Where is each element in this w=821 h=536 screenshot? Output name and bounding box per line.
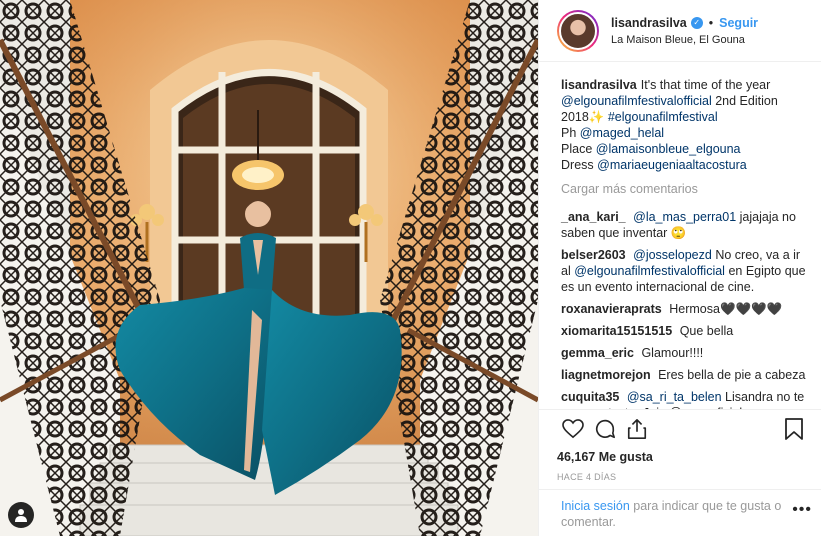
caption-label: Ph [561,126,577,140]
comment-username[interactable]: liagnetmorejon [561,368,651,382]
comment-item: cuquita35 @sa_ri_ta_belen Lisandra no te… [561,389,808,409]
comment-username[interactable]: _ana_kari_ [561,210,626,224]
caption-mention[interactable]: @elgounafilmfestivalofficial [561,94,712,108]
more-options-icon[interactable]: ••• [792,502,812,518]
comment-item: xiomarita15151515 Que bella [561,323,808,339]
username-link[interactable]: lisandrasilva [611,16,687,30]
caption-username[interactable]: lisandrasilva [561,78,637,92]
comment-mention[interactable]: @la_mas_perra01 [633,210,736,224]
comment-mention[interactable]: @josselopezd [633,248,712,262]
caption-mention[interactable]: @lamaisonbleue_elgouna [596,142,741,156]
likes-count[interactable]: 46,167 Me gusta [557,450,810,464]
comment-text: Hermosa🖤🖤🖤🖤 [669,302,783,316]
comment-text: Eres bella de pie a cabeza [658,368,806,382]
comment-item: liagnetmorejon Eres bella de pie a cabez… [561,367,808,383]
action-icons [557,410,810,448]
load-more-comments-button[interactable]: Cargar más comentarios [561,181,808,197]
comment-item: belser2603 @josselopezd No creo, va a ir… [561,247,808,295]
follow-button[interactable]: Seguir [719,16,758,30]
comment-username[interactable]: belser2603 [561,248,626,262]
caption-label: Dress [561,158,594,172]
comment-item: gemma_eric Glamour!!!! [561,345,808,361]
comment-bubble-icon[interactable] [589,413,621,445]
login-prompt: Inicia sesión para indicar que te gusta … [539,489,821,536]
caption-mention[interactable]: @maged_helal [580,126,664,140]
comment-username[interactable]: cuquita35 [561,390,619,404]
post-side-panel: lisandrasilva ✓ • Seguir La Maison Bleue… [538,0,821,536]
post-header: lisandrasilva ✓ • Seguir La Maison Bleue… [539,0,821,62]
location-link[interactable]: La Maison Bleue, El Gouna [611,34,758,46]
caption-mention[interactable]: @mariaeugeniaaltacostura [597,158,747,172]
comment-text: Que bella [679,324,734,338]
verified-badge-icon: ✓ [690,16,703,29]
caption-label: Place [561,142,593,156]
bookmark-save-icon[interactable] [778,413,810,445]
header-text: lisandrasilva ✓ • Seguir La Maison Bleue… [611,16,758,46]
post-actions: 46,167 Me gusta HACE 4 DÍAS [539,409,821,482]
caption-text: It's that time of the year [640,78,771,92]
comment-username[interactable]: roxanavieraprats [561,302,662,316]
comment-username[interactable]: xiomarita15151515 [561,324,672,338]
separator-dot: • [708,15,714,30]
user-tag-icon[interactable] [8,502,34,528]
comment-text: Glamour!!!! [641,346,704,360]
comment-mention[interactable]: @elgounafilmfestivalofficial [574,264,725,278]
avatar[interactable] [559,11,597,50]
login-link[interactable]: Inicia sesión [561,499,630,513]
instagram-post: lisandrasilva ✓ • Seguir La Maison Bleue… [0,0,821,536]
comment-item: _ana_kari_ @la_mas_perra01 jajajaja no s… [561,209,808,241]
name-row: lisandrasilva ✓ • Seguir [611,16,758,30]
comments-list[interactable]: lisandrasilva It's that time of the year … [539,63,821,409]
caption-hashtag[interactable]: #elgounafilmfestival [608,110,718,124]
post-photo[interactable] [0,0,538,536]
post-timestamp[interactable]: HACE 4 DÍAS [557,472,810,482]
photo-illustration [0,0,538,536]
avatar-ring[interactable] [557,9,599,52]
comment-username[interactable]: gemma_eric [561,346,634,360]
like-heart-icon[interactable] [557,413,589,445]
comment-item: roxanavieraprats Hermosa🖤🖤🖤🖤 [561,301,808,317]
comment-mention[interactable]: @sa_ri_ta_belen [627,390,722,404]
share-icon[interactable] [621,413,653,445]
post-caption: lisandrasilva It's that time of the year … [561,77,808,173]
